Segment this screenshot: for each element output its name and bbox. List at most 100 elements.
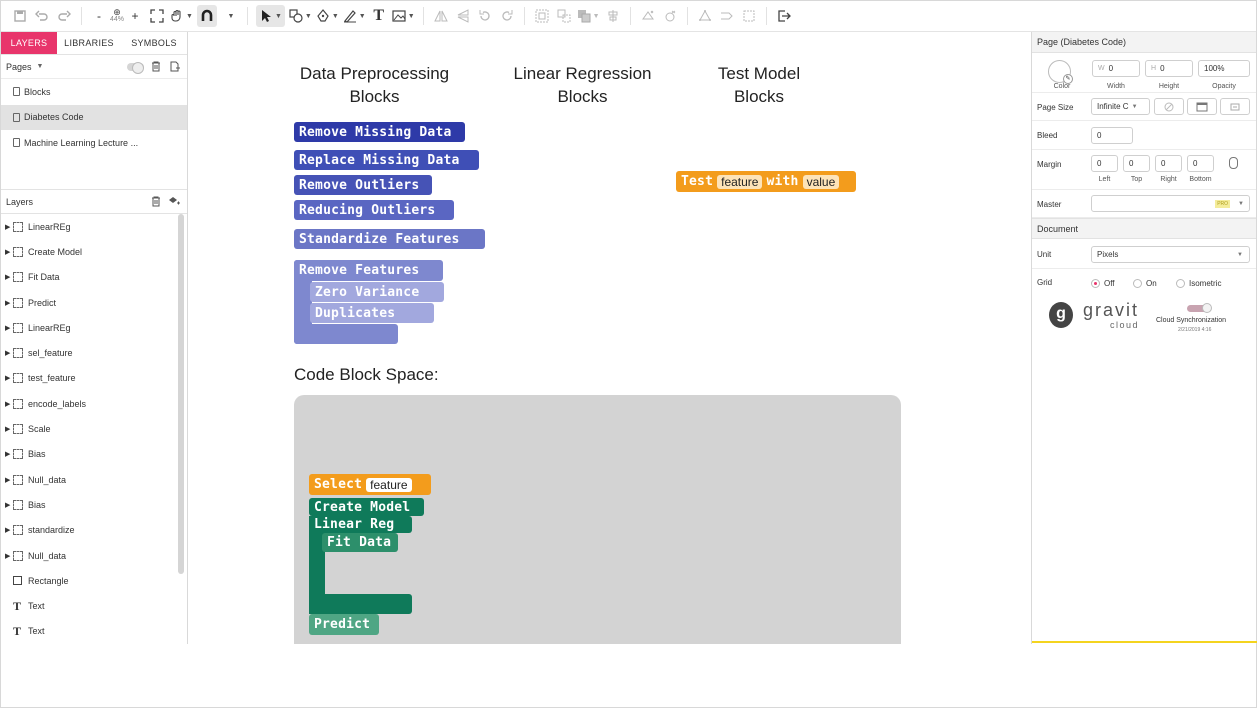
block-select[interactable]: Select feature xyxy=(309,474,431,495)
layer-row[interactable]: ▶ sel_feature xyxy=(1,340,176,365)
page-item-blocks[interactable]: Blocks xyxy=(1,79,187,105)
layer-row[interactable]: ▶ Predict xyxy=(1,290,176,315)
magnet-icon[interactable] xyxy=(196,5,217,27)
master-select[interactable]: PRO ▼ xyxy=(1091,195,1250,212)
flip-h-icon[interactable] xyxy=(432,5,450,27)
expand-arrow-icon[interactable]: ▶ xyxy=(5,450,13,458)
page-item-ml-lecture[interactable]: Machine Learning Lecture ... xyxy=(1,130,187,156)
block-remove-outliers[interactable]: Remove Outliers xyxy=(294,175,432,195)
transform-icon[interactable] xyxy=(718,5,736,27)
expand-arrow-icon[interactable]: ▶ xyxy=(5,299,13,307)
layer-row[interactable]: ▶ LinearREg xyxy=(1,315,176,340)
scrollbar-thumb[interactable] xyxy=(178,214,184,574)
expand-arrow-icon[interactable]: ▶ xyxy=(5,552,13,560)
margin-left-field[interactable]: 0 xyxy=(1091,155,1118,172)
block-zero-variance[interactable]: Zero Variance xyxy=(310,282,444,302)
page-size-select[interactable]: Infinite C ▼ xyxy=(1091,98,1150,115)
hand-icon[interactable]: ▼ xyxy=(170,5,193,27)
page-item-diabetes-code[interactable]: Diabetes Code xyxy=(1,104,187,130)
layer-row[interactable]: T Text xyxy=(1,619,176,644)
expand-arrow-icon[interactable]: ▶ xyxy=(5,223,13,231)
block-predict[interactable]: Predict xyxy=(309,614,379,635)
add-page-icon[interactable] xyxy=(170,61,180,75)
unit-select[interactable]: Pixels ▼ xyxy=(1091,246,1250,263)
block-remove-missing-data[interactable]: Remove Missing Data xyxy=(294,122,465,142)
expand-arrow-icon[interactable]: ▶ xyxy=(5,324,13,332)
no-fill-icon[interactable] xyxy=(1154,98,1184,115)
group-icon[interactable] xyxy=(533,5,551,27)
zoom-control[interactable]: ⊕ 44% xyxy=(110,8,124,24)
grid-on-radio[interactable] xyxy=(1133,279,1142,288)
select-feature-slot[interactable]: feature xyxy=(366,477,412,492)
align-icon[interactable] xyxy=(604,5,622,27)
layer-row[interactable]: ▶ Fit Data xyxy=(1,265,176,290)
portrait-icon[interactable] xyxy=(1187,98,1217,115)
layer-row[interactable]: ▶ Create Model xyxy=(1,239,176,264)
expand-arrow-icon[interactable]: ▶ xyxy=(5,526,13,534)
tab-layers[interactable]: LAYERS xyxy=(1,32,57,54)
layer-row[interactable]: ▶ Null_data xyxy=(1,467,176,492)
expand-arrow-icon[interactable]: ▶ xyxy=(5,349,13,357)
block-test[interactable]: Test feature with value xyxy=(676,171,856,192)
test-value-slot[interactable]: value xyxy=(802,174,840,189)
tab-symbols[interactable]: SYMBOLS xyxy=(121,32,187,54)
layer-row[interactable]: ▶ Scale xyxy=(1,416,176,441)
layers-scrollbar[interactable] xyxy=(177,214,185,614)
margin-top-field[interactable]: 0 xyxy=(1123,155,1150,172)
block-linear-reg-group[interactable]: Linear Reg Fit Data xyxy=(309,516,413,614)
expand-arrow-icon[interactable]: ▶ xyxy=(5,501,13,509)
canvas[interactable]: Data Preprocessing Blocks Linear Regress… xyxy=(188,32,1031,644)
layer-row[interactable]: ▶ encode_labels xyxy=(1,391,176,416)
fit-icon[interactable] xyxy=(148,5,166,27)
layer-row[interactable]: ▶ Bias xyxy=(1,492,176,517)
flip-v-icon[interactable] xyxy=(454,5,472,27)
undo-icon[interactable] xyxy=(33,5,51,27)
image-icon[interactable]: ▼ xyxy=(392,5,415,27)
zoom-in-icon[interactable]: + xyxy=(126,5,144,27)
layer-row[interactable]: Rectangle xyxy=(1,568,176,593)
layer-row[interactable]: ▶ LinearREg xyxy=(1,214,176,239)
block-linear-reg[interactable]: Linear Reg xyxy=(309,516,412,533)
margin-bottom-field[interactable]: 0 xyxy=(1187,155,1214,172)
zoom-out-icon[interactable]: - xyxy=(90,5,108,27)
layer-row[interactable]: ▶ test_feature xyxy=(1,366,176,391)
mask-icon[interactable] xyxy=(661,5,679,27)
pen-icon[interactable]: ▼ xyxy=(316,5,339,27)
rotate-left-icon[interactable] xyxy=(476,5,494,27)
arrange-icon[interactable]: ▼ xyxy=(577,5,600,27)
frame-icon[interactable] xyxy=(740,5,758,27)
boolean-icon[interactable] xyxy=(639,5,657,27)
chevron-down-icon[interactable]: ▼ xyxy=(37,63,44,70)
pages-toggle[interactable] xyxy=(127,62,144,74)
redo-icon[interactable] xyxy=(55,5,73,27)
opacity-field[interactable]: 100% xyxy=(1198,60,1250,77)
expand-arrow-icon[interactable]: ▶ xyxy=(5,400,13,408)
export-icon[interactable] xyxy=(775,5,793,27)
trash-icon[interactable] xyxy=(151,196,161,210)
block-replace-missing-data[interactable]: Replace Missing Data xyxy=(294,150,479,170)
cloud-sync-toggle[interactable] xyxy=(1187,303,1212,313)
text-icon[interactable]: T xyxy=(370,5,388,27)
layer-row[interactable]: ▶ standardize xyxy=(1,518,176,543)
grid-off-radio[interactable] xyxy=(1091,279,1100,288)
landscape-icon[interactable] xyxy=(1220,98,1250,115)
test-feature-slot[interactable]: feature xyxy=(717,174,763,189)
triangle-icon[interactable] xyxy=(696,5,714,27)
layer-row[interactable]: T Text xyxy=(1,593,176,618)
bleed-field[interactable]: 0 xyxy=(1091,127,1133,144)
expand-arrow-icon[interactable]: ▶ xyxy=(5,273,13,281)
rotate-right-icon[interactable] xyxy=(498,5,516,27)
block-reducing-outliers[interactable]: Reducing Outliers xyxy=(294,200,454,220)
height-field[interactable]: H0 xyxy=(1145,60,1193,77)
layer-row[interactable]: ▶ Bias xyxy=(1,442,176,467)
block-fit-data[interactable]: Fit Data xyxy=(322,533,398,552)
block-create-model[interactable]: Create Model xyxy=(309,498,424,516)
magnet-dropdown[interactable]: ▼ xyxy=(221,5,239,27)
pointer-icon[interactable]: ▼ xyxy=(255,5,285,27)
block-remove-features[interactable]: Remove Features xyxy=(294,260,443,281)
block-duplicates[interactable]: Duplicates xyxy=(310,303,434,323)
margin-right-field[interactable]: 0 xyxy=(1155,155,1182,172)
expand-arrow-icon[interactable]: ▶ xyxy=(5,425,13,433)
expand-arrow-icon[interactable]: ▶ xyxy=(5,374,13,382)
color-swatch[interactable]: ✎ xyxy=(1048,60,1073,84)
